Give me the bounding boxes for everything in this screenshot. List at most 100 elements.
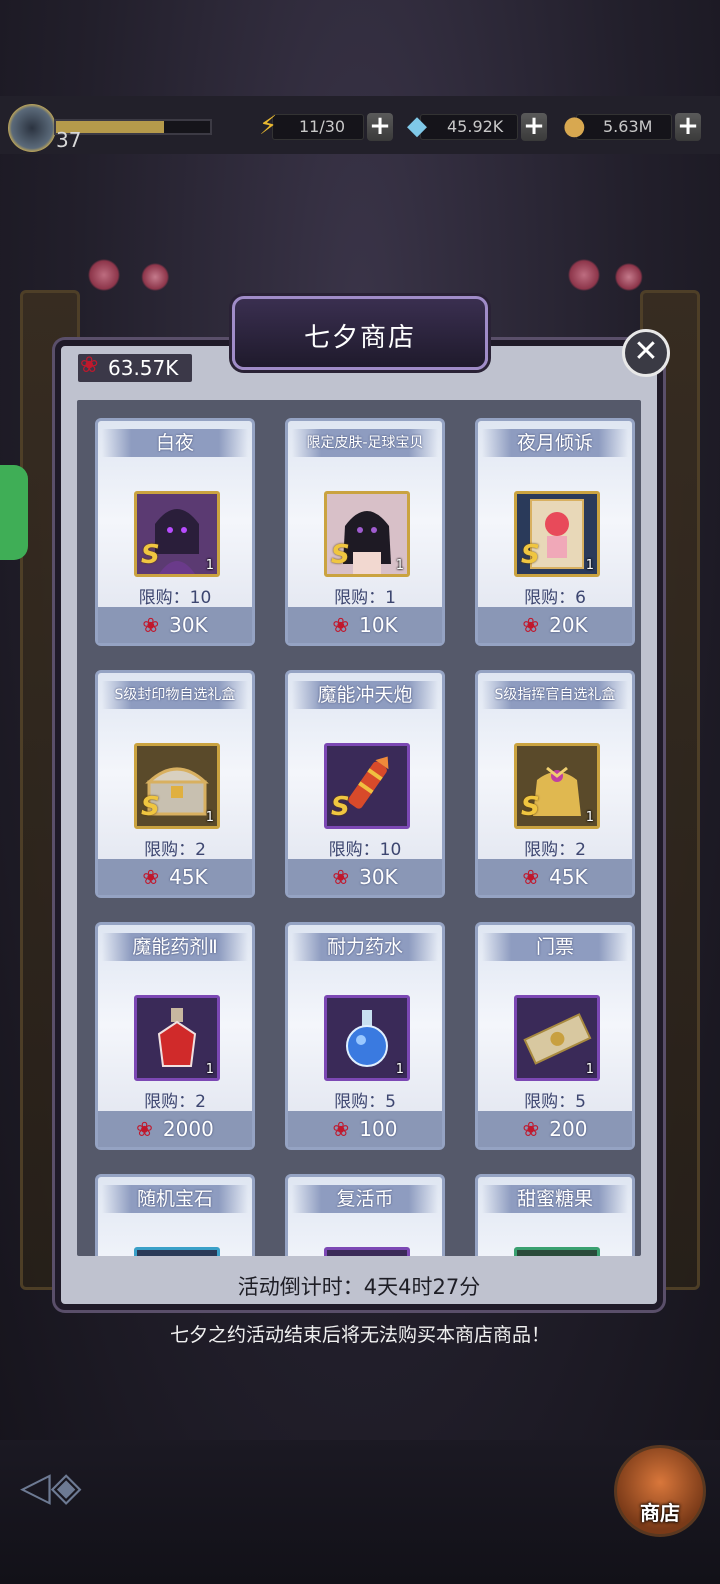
shop-item-card[interactable]: 白夜 S 1 限购：10 ❀ 30K — [95, 418, 255, 646]
rank-badge: S — [141, 792, 160, 822]
price-button[interactable]: ❀ 200 — [478, 1111, 632, 1147]
add-gold-button[interactable]: + — [675, 113, 701, 141]
shop-title: 七夕商店 — [303, 323, 416, 353]
purchase-limit: 限购：1 — [334, 588, 396, 608]
rose-icon: ❀ — [522, 865, 540, 889]
rose-icon: ❀ — [136, 1117, 153, 1141]
price-button[interactable]: ❀ 10K — [288, 607, 442, 643]
item-price: 30K — [359, 865, 398, 889]
diamond-value: 45.92K — [447, 117, 504, 136]
price-button[interactable]: ❀ 30K — [98, 607, 252, 643]
shop-title-banner: 七夕商店 — [232, 296, 488, 370]
item-name: S级封印物自选礼盒 — [102, 681, 248, 709]
shop-item-card[interactable]: 复活币 — [285, 1174, 445, 1256]
rose-decoration — [40, 255, 680, 295]
close-button[interactable]: ✕ — [622, 329, 670, 377]
item-name: 耐力药水 — [292, 933, 438, 961]
rose-icon: ❀ — [80, 353, 99, 378]
item-name: 白夜 — [102, 429, 248, 457]
item-name: 魔能冲天炮 — [292, 681, 438, 709]
rose-icon: ❀ — [522, 1117, 540, 1141]
purchase-limit: 限购：5 — [524, 1092, 586, 1112]
countdown-text: 活动倒计时：4天4时27分 — [237, 1275, 481, 1299]
item-price: 45K — [169, 865, 208, 889]
level-emblem-icon[interactable] — [8, 104, 56, 152]
add-diamond-button[interactable]: + — [521, 113, 547, 141]
rank-badge: S — [141, 540, 160, 570]
item-frame[interactable] — [324, 1247, 410, 1256]
item-frame[interactable]: 1 — [514, 995, 600, 1081]
rank-badge: S — [521, 792, 540, 822]
chat-bubble-tab[interactable] — [0, 465, 28, 560]
shop-nav-label: 商店 — [640, 1501, 680, 1525]
item-frame[interactable] — [134, 1247, 220, 1256]
item-frame[interactable]: S1 — [134, 491, 220, 577]
item-price: 45K — [549, 865, 588, 889]
rose-icon: ❀ — [332, 865, 350, 889]
item-name: 复活币 — [292, 1185, 438, 1213]
item-price: 100 — [359, 1117, 398, 1141]
item-quantity: 1 — [395, 1062, 404, 1077]
item-frame[interactable]: S1 — [514, 743, 600, 829]
purchase-limit: 限购：2 — [144, 840, 206, 860]
item-quantity: 1 — [205, 558, 214, 573]
candy-icon — [517, 1250, 597, 1256]
item-frame[interactable]: S — [324, 743, 410, 829]
rose-icon: ❀ — [142, 613, 160, 637]
purchase-limit: 限购：10 — [138, 588, 212, 608]
price-button[interactable]: ❀ 45K — [98, 859, 252, 895]
shop-item-card[interactable]: 随机宝石 — [95, 1174, 255, 1256]
gem-icon — [137, 1250, 217, 1256]
gold-counter: ● 5.63M — [563, 111, 672, 141]
rose-icon: ❀ — [332, 613, 350, 637]
item-frame[interactable]: S1 — [134, 743, 220, 829]
item-frame[interactable] — [514, 1247, 600, 1256]
price-button[interactable]: ❀ 100 — [288, 1111, 442, 1147]
shop-item-card[interactable]: 甜蜜糖果 — [475, 1174, 635, 1256]
back-arrow-icon[interactable]: ◁◈ — [20, 1462, 110, 1512]
item-price: 10K — [359, 613, 398, 637]
price-button[interactable]: ❀ 20K — [478, 607, 632, 643]
shop-item-card[interactable]: 耐力药水 1 限购：5 ❀ 100 — [285, 922, 445, 1150]
shop-item-card[interactable]: 门票 1 限购：5 ❀ 200 — [475, 922, 635, 1150]
item-quantity: 1 — [585, 1062, 594, 1077]
item-frame[interactable]: 1 — [324, 995, 410, 1081]
item-quantity: 1 — [205, 1062, 214, 1077]
price-button[interactable]: ❀ 30K — [288, 859, 442, 895]
item-quantity: 1 — [395, 558, 404, 573]
rose-currency-display: ❀ 63.57K — [78, 353, 193, 382]
item-price: 20K — [549, 613, 588, 637]
item-name: 魔能药剂Ⅱ — [102, 933, 248, 961]
price-button[interactable]: ❀ 45K — [478, 859, 632, 895]
item-frame[interactable]: 1 — [134, 995, 220, 1081]
add-energy-button[interactable]: + — [367, 113, 393, 141]
item-quantity: 1 — [585, 810, 594, 825]
energy-counter: ⚡ 11/30 — [259, 111, 364, 141]
item-quantity: 1 — [205, 810, 214, 825]
shop-item-card[interactable]: 夜月倾诉 S 1 限购：6 ❀ 20K — [475, 418, 635, 646]
shop-item-card[interactable]: 魔能药剂Ⅱ 1 限购：2 ❀ 2000 — [95, 922, 255, 1150]
rank-badge: S — [331, 792, 350, 822]
diamond-icon: ◆ — [407, 111, 427, 141]
rose-icon: ❀ — [522, 613, 540, 637]
item-frame[interactable]: S1 — [324, 491, 410, 577]
shop-item-card[interactable]: S级封印物自选礼盒 S 1 限购：2 ❀ 45K — [95, 670, 255, 898]
item-grid: 白夜 S 1 限购：10 ❀ 30K 限定皮肤-足球宝贝 S 1 限购：1 ❀ 10K 夜月倾诉 S 1 限购… — [95, 418, 635, 1256]
purchase-limit: 限购：2 — [144, 1092, 206, 1112]
rank-badge: S — [521, 540, 540, 570]
shop-item-card[interactable]: 限定皮肤-足球宝贝 S 1 限购：1 ❀ 10K — [285, 418, 445, 646]
item-name: 限定皮肤-足球宝贝 — [292, 429, 438, 457]
shop-item-list[interactable]: 白夜 S 1 限购：10 ❀ 30K 限定皮肤-足球宝贝 S 1 限购：1 ❀ 10K 夜月倾诉 S 1 限购… — [77, 400, 641, 1256]
coin-icon: ● — [563, 111, 586, 141]
item-frame[interactable]: S1 — [514, 491, 600, 577]
purchase-limit: 限购：2 — [524, 840, 586, 860]
item-price: 200 — [549, 1117, 588, 1141]
purchase-limit: 限购：5 — [334, 1092, 396, 1112]
item-quantity: 1 — [585, 558, 594, 573]
shop-item-card[interactable]: S级指挥官自选礼盒 S 1 限购：2 ❀ 45K — [475, 670, 635, 898]
item-name: S级指挥官自选礼盒 — [482, 681, 628, 709]
item-price: 30K — [169, 613, 208, 637]
shop-item-card[interactable]: 魔能冲天炮 S 限购：10 ❀ 30K — [285, 670, 445, 898]
shop-nav-button[interactable]: 商店 — [614, 1445, 706, 1537]
price-button[interactable]: ❀ 2000 — [98, 1111, 252, 1147]
